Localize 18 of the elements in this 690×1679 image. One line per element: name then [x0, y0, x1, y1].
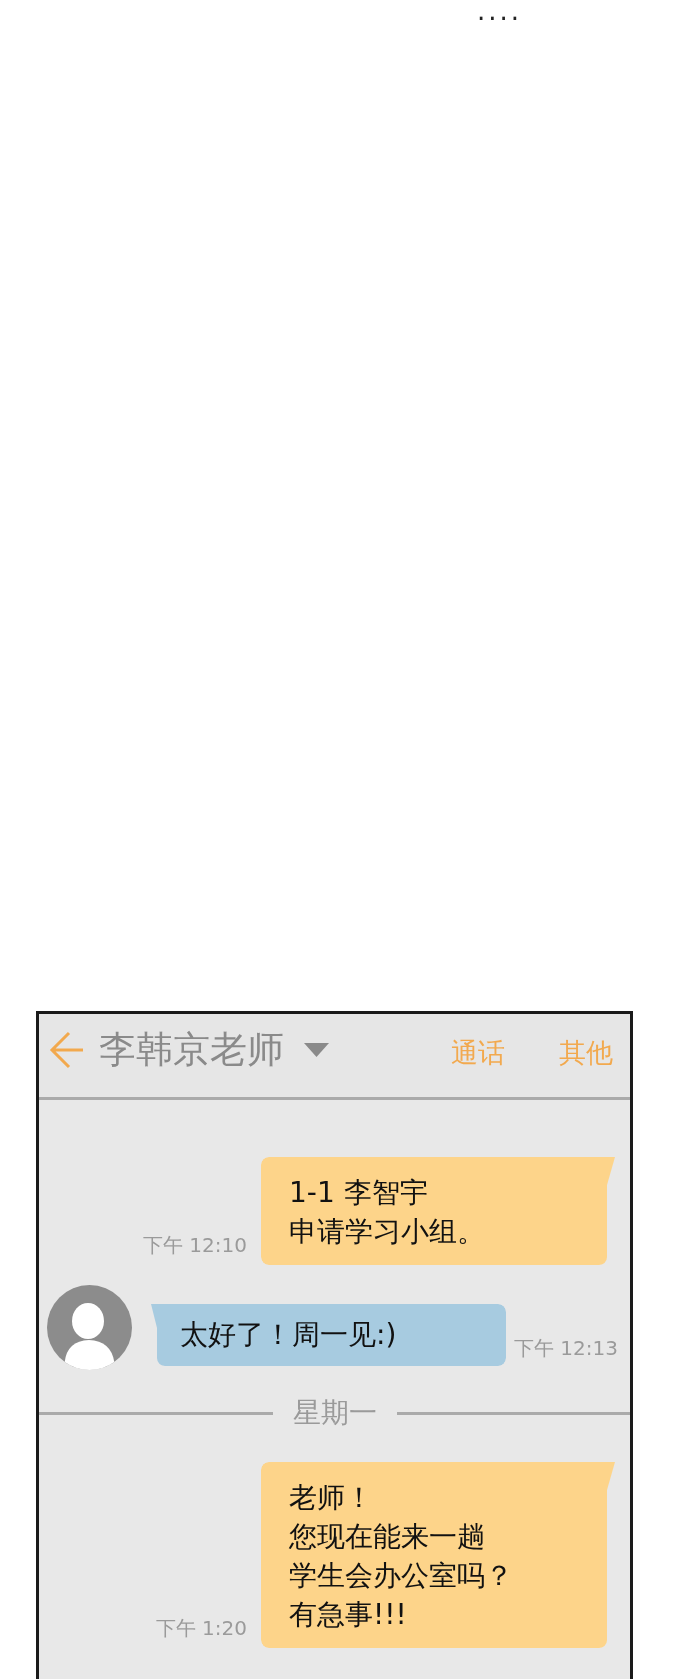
message-time: 下午 1:20	[155, 1616, 247, 1640]
message-line: 太好了！周一见:)	[180, 1317, 397, 1353]
date-label: 星期一	[292, 1395, 377, 1431]
contact-dropdown[interactable]: 李韩京老师	[99, 1027, 329, 1072]
header-action-button[interactable]: 其他	[559, 1035, 613, 1070]
header-action-button[interactable]: 通话	[451, 1035, 505, 1070]
message-time: 下午 12:13	[514, 1336, 618, 1360]
message-time: 下午 12:10	[143, 1233, 247, 1257]
message-line: 1-1 李智宇	[289, 1175, 428, 1211]
message-line: 老师！	[289, 1480, 373, 1516]
message-line: 有急事!!!	[289, 1597, 407, 1633]
message-line: 申请学习小组。	[289, 1214, 485, 1250]
caption-text: ....	[477, 0, 523, 22]
message-line: 学生会办公室吗？	[289, 1558, 513, 1594]
message-line: 您现在能来一趟	[289, 1519, 485, 1555]
back-arrow-icon[interactable]	[49, 1029, 85, 1070]
caret-icon	[304, 1042, 329, 1057]
avatar-icon	[47, 1285, 132, 1370]
